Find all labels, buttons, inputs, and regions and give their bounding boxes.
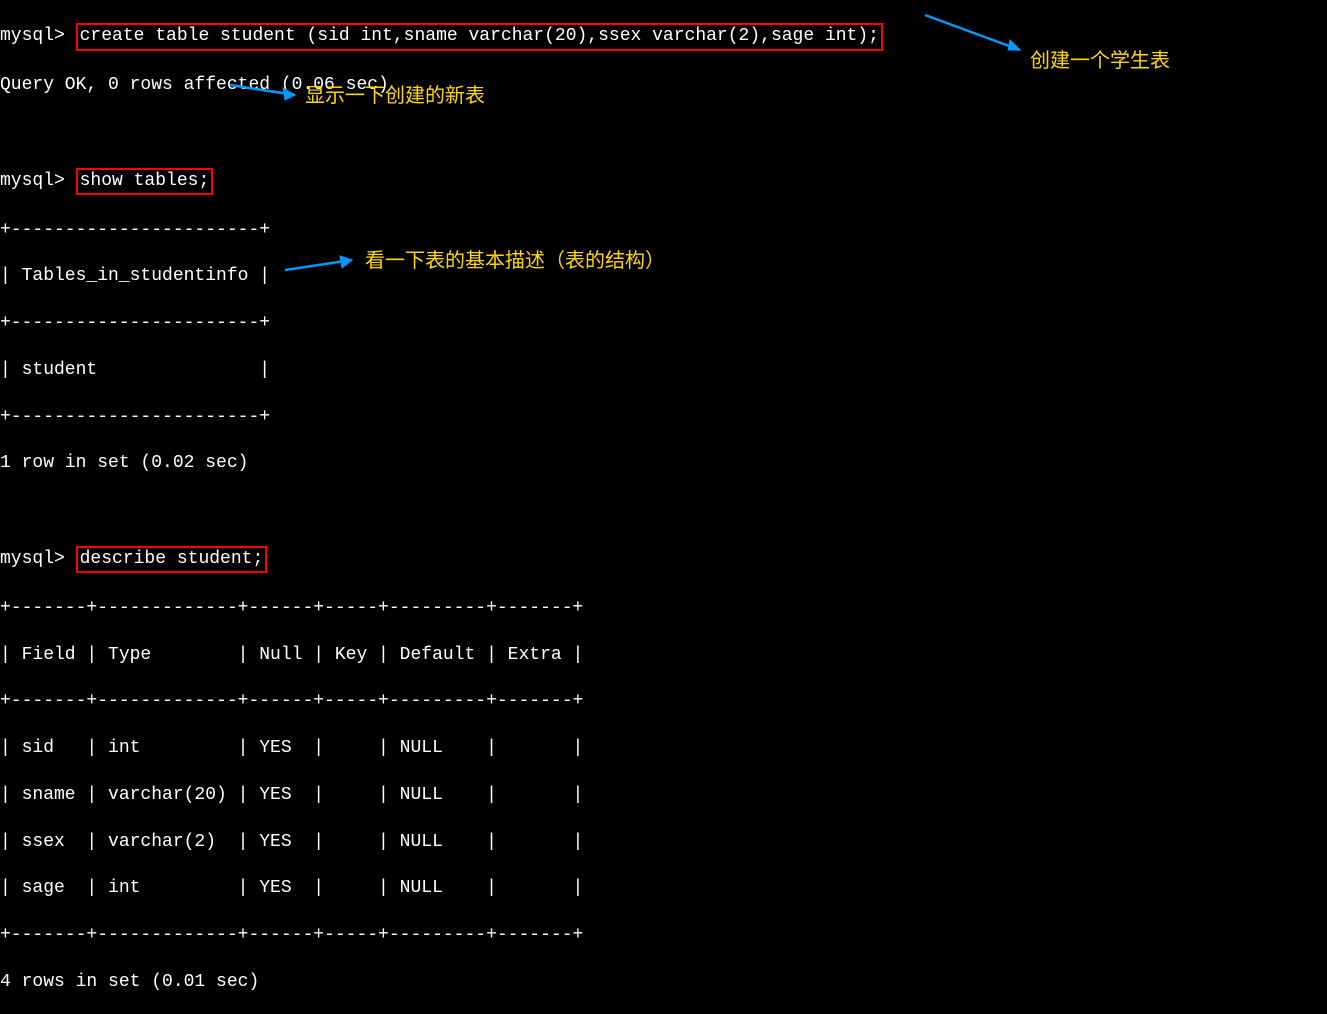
desc-border: +-------+-------------+------+-----+----…: [0, 690, 1327, 713]
describe-student-command: describe student;: [76, 546, 268, 573]
annotation-show-tables: 显示一下创建的新表: [305, 83, 485, 109]
query-ok-result: Query OK, 0 rows affected (0.06 sec): [0, 74, 1327, 97]
create-table-command: create table student (sid int,sname varc…: [76, 23, 883, 50]
mysql-terminal[interactable]: mysql> create table student (sid int,sna…: [0, 0, 1327, 1014]
annotation-describe: 看一下表的基本描述（表的结构）: [365, 248, 665, 274]
tables-row-student: | student |: [0, 359, 1327, 382]
show-tables-summary: 1 row in set (0.02 sec): [0, 452, 1327, 475]
mysql-prompt: mysql>: [0, 26, 65, 46]
desc-row-ssex: | ssex | varchar(2) | YES | | NULL | |: [0, 831, 1327, 854]
annotation-create-table: 创建一个学生表: [1030, 48, 1170, 74]
tables-border: +-----------------------+: [0, 312, 1327, 335]
mysql-prompt: mysql>: [0, 171, 65, 191]
desc-row-sname: | sname | varchar(20) | YES | | NULL | |: [0, 784, 1327, 807]
desc-row-sage: | sage | int | YES | | NULL | |: [0, 877, 1327, 900]
desc-border: +-------+-------------+------+-----+----…: [0, 924, 1327, 947]
tables-border: +-----------------------+: [0, 219, 1327, 242]
mysql-prompt: mysql>: [0, 549, 65, 569]
show-tables-command: show tables;: [76, 168, 214, 195]
desc-row-sid: | sid | int | YES | | NULL | |: [0, 737, 1327, 760]
desc-header: | Field | Type | Null | Key | Default | …: [0, 644, 1327, 667]
desc-border: +-------+-------------+------+-----+----…: [0, 597, 1327, 620]
describe-summary: 4 rows in set (0.01 sec): [0, 971, 1327, 994]
tables-border: +-----------------------+: [0, 406, 1327, 429]
